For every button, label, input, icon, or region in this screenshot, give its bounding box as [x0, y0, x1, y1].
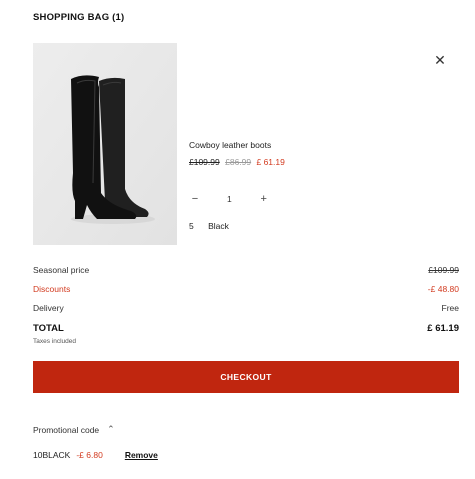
size-value: 5: [189, 221, 194, 231]
checkout-button[interactable]: CHECKOUT: [33, 361, 459, 393]
product-image[interactable]: [33, 43, 177, 245]
discounts-value: -£ 48.80: [427, 284, 459, 294]
boot-illustration: [33, 43, 177, 245]
final-price: £ 61.19: [256, 157, 285, 167]
delivery-row: Delivery Free: [33, 303, 459, 313]
taxes-note: Taxes included: [33, 338, 76, 345]
total-row: TOTAL £ 61.19: [33, 323, 459, 334]
product-variant: 5 Black: [189, 221, 229, 231]
original-price: £109.99: [189, 157, 220, 167]
product-name[interactable]: Cowboy leather boots: [189, 140, 271, 150]
delivery-value: Free: [441, 303, 459, 313]
seasonal-price-value: £109.99: [428, 265, 459, 275]
promo-code-toggle[interactable]: Promotional code ⌃: [33, 424, 115, 435]
delivery-label: Delivery: [33, 303, 64, 313]
total-value: £ 61.19: [427, 323, 459, 334]
shopping-bag-title: SHOPPING BAG (1): [33, 12, 125, 23]
quantity-stepper: − 1 +: [189, 192, 270, 206]
applied-promo: 10BLACK -£ 6.80 Remove: [33, 450, 158, 460]
promo-discount: -£ 6.80: [76, 450, 103, 460]
discounts-row: Discounts -£ 48.80: [33, 284, 459, 294]
previous-price: £86.99: [225, 157, 252, 167]
close-icon[interactable]: ✕: [433, 53, 447, 67]
minus-icon[interactable]: −: [189, 193, 201, 205]
seasonal-price-label: Seasonal price: [33, 265, 90, 275]
chevron-up-icon: ⌃: [107, 424, 115, 434]
promo-code-value: 10BLACK: [33, 450, 71, 460]
plus-icon[interactable]: +: [258, 193, 270, 205]
discounts-label: Discounts: [33, 284, 71, 294]
promo-code-label: Promotional code: [33, 424, 100, 435]
color-value: Black: [208, 221, 229, 231]
remove-promo-button[interactable]: Remove: [125, 450, 158, 460]
quantity-value: 1: [227, 194, 232, 204]
product-prices: £109.99 £86.99 £ 61.19: [189, 157, 285, 167]
seasonal-price-row: Seasonal price £109.99: [33, 265, 459, 275]
total-label: TOTAL: [33, 323, 64, 334]
